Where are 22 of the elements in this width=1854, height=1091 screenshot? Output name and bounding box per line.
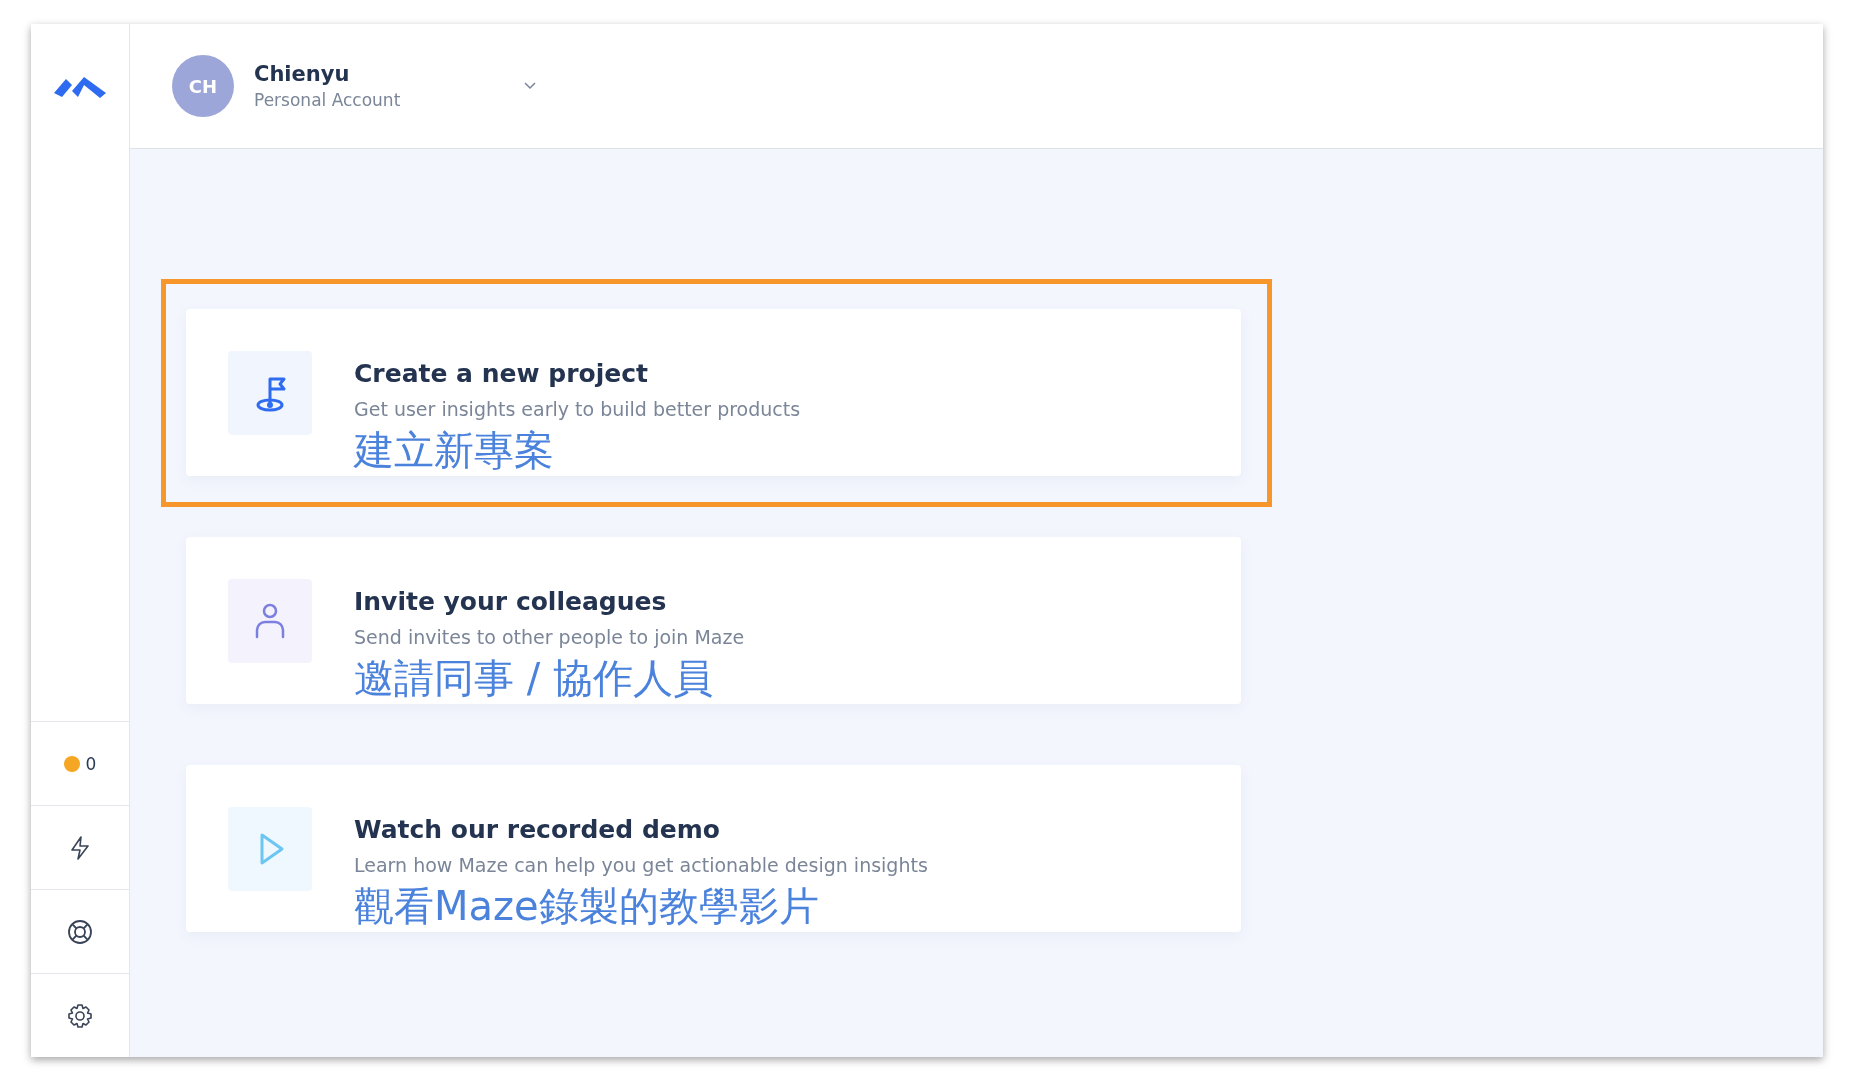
card-subtitle: Learn how Maze can help you get actionable design insights <box>354 854 928 876</box>
play-icon <box>260 833 284 865</box>
annotation-text: 邀請同事 / 協作人員 <box>354 656 714 700</box>
card-title: Invite your colleagues <box>354 587 668 616</box>
notification-count[interactable]: 0 <box>85 753 97 774</box>
annotation-text: 觀看Maze錄製的教學影片 <box>354 884 820 928</box>
account-type: Personal Account <box>254 90 402 110</box>
card-title: Watch our recorded demo <box>354 815 721 844</box>
person-icon <box>255 603 285 639</box>
option-card[interactable]: Invite your colleagues Send invites to other people to join Maze 邀請同事 / 協作人員 <box>186 537 1241 704</box>
card-subtitle: Send invites to other people to join Maze <box>354 626 745 648</box>
lifebuoy-icon[interactable] <box>67 918 93 945</box>
card-subtitle: Get user insights early to build better products <box>354 398 801 420</box>
flag-icon <box>256 377 286 412</box>
account-name: Chienyu <box>254 62 351 86</box>
chevron-down-icon[interactable] <box>524 82 536 90</box>
option-card[interactable]: Watch our recorded demo Learn how Maze can help you get actionable design insights 觀看Maze錄製的教學影片 <box>186 765 1241 932</box>
card-title: Create a new project <box>354 359 649 388</box>
annotation-text: 建立新專案 <box>354 428 555 472</box>
option-card[interactable]: Create a new project Get user insights early to build better products 建立新專案 <box>186 309 1241 476</box>
lightning-icon[interactable] <box>69 834 91 861</box>
settings-icon[interactable] <box>67 1002 93 1029</box>
